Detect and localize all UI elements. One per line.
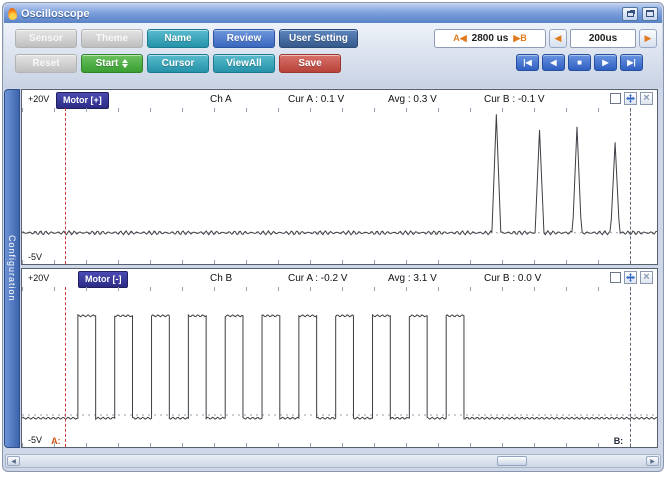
channel-a-header: +20V Motor [+] Ch A Cur A : 0.1 V Avg : … (22, 90, 657, 108)
start-button[interactable]: Start (81, 54, 143, 73)
channel-a-average-value: Avg : 0.3 V (388, 94, 437, 105)
timebase-display[interactable]: 200us (570, 29, 636, 48)
sidebar-tab-configuration[interactable]: Configuration (4, 89, 20, 448)
viewall-button[interactable]: ViewAll (213, 54, 275, 73)
scroll-left-button[interactable]: ◀ (7, 456, 20, 466)
channel-a-name: Ch A (210, 94, 232, 105)
reset-button[interactable]: Reset (15, 54, 77, 73)
range-value: 2800 us (472, 33, 509, 44)
step-left-icon: ◀ (555, 33, 562, 44)
channel-b-average-value: Avg : 3.1 V (388, 273, 437, 284)
theme-button[interactable]: Theme (81, 29, 143, 48)
skip-end-icon: ▶| (627, 58, 635, 67)
time-range-controls: A◀ 2800 us ▶B ◀ 200us ▶ (434, 29, 657, 48)
move-icon (626, 94, 635, 103)
channel-b-panel: +20V Motor [-] Ch B Cur A : -0.2 V Avg :… (21, 268, 658, 448)
range-a-marker: A◀ (453, 33, 466, 44)
channel-a-cursor-a-value: Cur A : 0.1 V (288, 94, 344, 105)
spinner-down-icon (122, 64, 128, 68)
cursor-b-line[interactable] (630, 287, 631, 447)
title-bar[interactable]: Oscilloscope (4, 4, 662, 23)
save-button[interactable]: Save (279, 54, 341, 73)
vmin-label: -5V (28, 435, 42, 445)
channel-b-name: Ch B (210, 273, 232, 284)
scroll-left-icon: ◀ (11, 458, 16, 465)
name-button[interactable]: Name (147, 29, 209, 48)
scroll-right-button[interactable]: ▶ (646, 456, 659, 466)
channel-a-visible-checkbox[interactable] (610, 93, 621, 104)
vmin-label: -5V (28, 252, 42, 262)
skip-start-button[interactable]: |◀ (516, 54, 539, 71)
channel-a-plot: -5V (22, 108, 657, 264)
channel-b-waveform (22, 287, 657, 447)
scrollbar-thumb[interactable] (497, 456, 527, 466)
channel-a-panel: +20V Motor [+] Ch A Cur A : 0.1 V Avg : … (21, 89, 658, 265)
close-icon: × (643, 272, 649, 283)
cursor-a-tag: A: (51, 436, 61, 446)
scroll-right-icon: ▶ (650, 458, 655, 465)
stop-button[interactable]: ■ (568, 54, 591, 71)
channel-b-visible-checkbox[interactable] (610, 272, 621, 283)
vmax-label: +20V (28, 94, 49, 104)
cursor-button[interactable]: Cursor (147, 54, 209, 73)
app-flame-icon (7, 7, 17, 20)
user-setting-button[interactable]: User Setting (279, 29, 358, 48)
ab-range-display: A◀ 2800 us ▶B (434, 29, 546, 48)
spinner-up-icon (122, 59, 128, 63)
timebase-decrease-button[interactable]: ◀ (549, 29, 567, 48)
channel-a-badge: Motor [+] (56, 92, 109, 109)
skip-end-button[interactable]: ▶| (620, 54, 643, 71)
cursor-a-line[interactable] (65, 108, 66, 264)
transport-controls: |◀ ◀ ■ ▶ ▶| (516, 54, 643, 71)
channel-b-cursor-b-value: Cur B : 0.0 V (484, 273, 541, 284)
channel-b-header: +20V Motor [-] Ch B Cur A : -0.2 V Avg :… (22, 269, 657, 287)
restore-icon (627, 11, 634, 17)
horizontal-scrollbar[interactable]: ◀ ▶ (5, 454, 661, 468)
step-forward-button[interactable]: ▶ (594, 54, 617, 71)
timebase-increase-button[interactable]: ▶ (639, 29, 657, 48)
channel-b-cursor-a-value: Cur A : -0.2 V (288, 273, 347, 284)
cursor-a-line[interactable] (65, 287, 66, 447)
channel-b-badge: Motor [-] (78, 271, 128, 288)
step-back-button[interactable]: ◀ (542, 54, 565, 71)
stop-icon: ■ (577, 58, 582, 67)
start-spinner[interactable] (122, 59, 128, 68)
close-icon: × (643, 93, 649, 104)
step-back-icon: ◀ (550, 58, 556, 67)
channel-a-waveform (22, 108, 657, 264)
channel-b-close-button[interactable]: × (640, 271, 653, 284)
step-right-icon: ▶ (645, 33, 652, 44)
channel-a-controls: × (610, 92, 653, 105)
cursor-b-tag: B: (614, 436, 624, 446)
step-forward-icon: ▶ (602, 58, 608, 67)
channel-b-controls: × (610, 271, 653, 284)
maximize-icon (646, 10, 654, 17)
range-b-marker: ▶B (513, 33, 526, 44)
restore-button[interactable] (622, 7, 638, 21)
move-icon (626, 273, 635, 282)
toolbar-row-2: Reset Start Cursor ViewAll Save (15, 54, 341, 73)
cursor-b-line[interactable] (630, 108, 631, 264)
app-window: Oscilloscope Sensor Theme Name Review Us… (2, 2, 664, 472)
sensor-button[interactable]: Sensor (15, 29, 77, 48)
maximize-button[interactable] (642, 7, 658, 21)
review-button[interactable]: Review (213, 29, 275, 48)
channel-a-cursor-b-value: Cur B : -0.1 V (484, 94, 545, 105)
channel-b-plot: -5V A: B: (22, 287, 657, 447)
toolbar-row-1: Sensor Theme Name Review User Setting (15, 29, 358, 48)
channel-b-move-button[interactable] (624, 271, 637, 284)
channel-a-close-button[interactable]: × (640, 92, 653, 105)
channel-a-move-button[interactable] (624, 92, 637, 105)
vmax-label: +20V (28, 273, 49, 283)
window-title: Oscilloscope (21, 8, 89, 20)
skip-start-icon: |◀ (523, 58, 531, 67)
